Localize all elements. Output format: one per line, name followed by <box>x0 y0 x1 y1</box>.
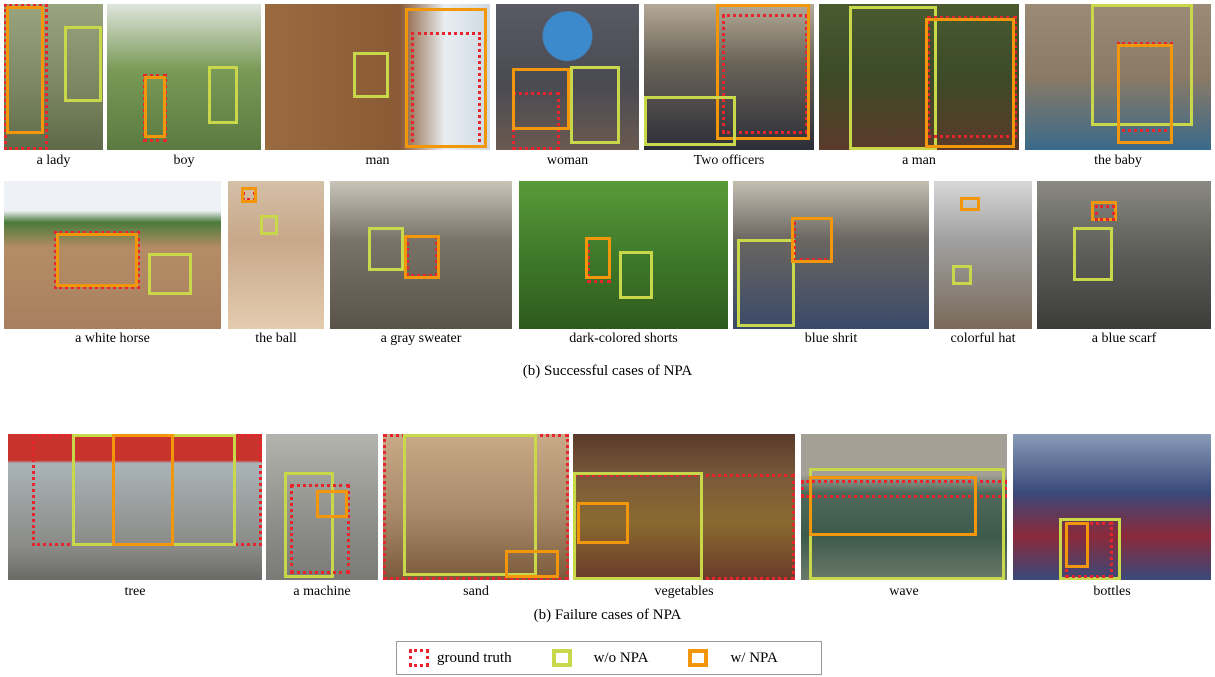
wo-npa-box <box>644 96 736 146</box>
wo-npa-box <box>208 66 238 124</box>
panel-a-machine: a machine <box>266 434 378 600</box>
wo-npa-swatch-icon <box>551 649 572 667</box>
caption: woman <box>546 153 589 168</box>
caption: dark-colored shorts <box>569 331 678 346</box>
ground-truth-box <box>1095 205 1115 221</box>
panel-wave: wave <box>801 434 1007 600</box>
caption: a machine <box>293 584 351 599</box>
panel-vegetables: vegetables <box>573 434 795 600</box>
wo-npa-box <box>148 253 192 295</box>
legend: ground truth w/o NPA w/ NPA <box>396 641 822 675</box>
caption: tree <box>124 584 146 599</box>
caption: the ball <box>255 331 297 346</box>
panel-tree: tree <box>8 434 262 600</box>
caption: blue shrit <box>804 331 858 346</box>
panel-two-officers: Two officers <box>644 4 814 170</box>
w-npa-box <box>405 8 487 148</box>
caption: a blue scarf <box>1091 331 1157 346</box>
legend-wo-npa-label: w/o NPA <box>593 649 649 666</box>
legend-w-npa-label: w/ NPA <box>730 649 778 666</box>
caption: wave <box>889 584 919 599</box>
panel-sand: sand <box>383 434 569 600</box>
w-npa-box <box>144 76 166 138</box>
wo-npa-box <box>849 6 937 150</box>
photo <box>228 181 324 329</box>
caption: a man <box>902 153 936 168</box>
legend-wo-npa: w/o NPA <box>551 649 649 667</box>
w-npa-box <box>56 233 138 287</box>
legend-w-npa: w/ NPA <box>688 649 778 667</box>
panel-woman: woman <box>496 4 639 170</box>
wo-npa-box <box>570 66 620 144</box>
caption: a white horse <box>75 331 150 346</box>
caption: man <box>365 153 390 168</box>
panel-boy: boy <box>107 4 261 170</box>
ground-truth-swatch-icon <box>409 649 429 667</box>
w-npa-box <box>809 476 977 536</box>
w-npa-box <box>577 502 629 544</box>
wo-npa-box <box>353 52 389 98</box>
w-npa-box <box>960 197 980 211</box>
photo <box>1037 181 1211 329</box>
caption: a lady <box>36 153 71 168</box>
w-npa-box <box>925 18 1015 148</box>
caption: sand <box>463 584 489 599</box>
panel-dark-colored-shorts: dark-colored shorts <box>519 181 728 347</box>
wo-npa-box <box>260 215 278 235</box>
caption: colorful hat <box>950 331 1016 346</box>
panel-a-lady: a lady <box>4 4 103 170</box>
wo-npa-box <box>368 227 404 271</box>
w-npa-swatch-icon <box>688 649 709 667</box>
legend-ground-truth: ground truth <box>409 649 512 667</box>
caption: boy <box>173 153 195 168</box>
wo-npa-box <box>619 251 653 299</box>
w-npa-box <box>505 550 559 578</box>
panel-a-blue-scarf: a blue scarf <box>1037 181 1211 347</box>
wo-npa-box <box>1073 227 1113 281</box>
w-npa-box <box>1065 522 1089 568</box>
caption: vegetables <box>654 584 714 599</box>
panel-man: man <box>265 4 490 170</box>
panel-the-ball: the ball <box>228 181 324 347</box>
w-npa-box <box>316 490 348 518</box>
w-npa-box <box>791 217 833 263</box>
w-npa-box <box>512 68 570 130</box>
subcaption-failure: (b) Failure cases of NPA <box>533 607 682 623</box>
wo-npa-box <box>64 26 102 102</box>
w-npa-box <box>241 187 257 203</box>
caption: the baby <box>1094 153 1142 168</box>
w-npa-box <box>404 235 440 279</box>
panel-a-white-horse: a white horse <box>4 181 221 347</box>
subcaption-success: (b) Successful cases of NPA <box>522 363 693 379</box>
caption: a gray sweater <box>380 331 462 346</box>
panel-colorful-hat: colorful hat <box>934 181 1032 347</box>
wo-npa-box <box>952 265 972 285</box>
panel-bottles: bottles <box>1013 434 1211 600</box>
panel-a-man: a man <box>819 4 1019 170</box>
w-npa-box <box>585 237 611 279</box>
w-npa-box <box>6 6 44 134</box>
w-npa-box <box>112 434 174 546</box>
w-npa-box <box>1117 44 1173 144</box>
panel-blue-shrit: blue shrit <box>733 181 929 347</box>
photo <box>934 181 1032 329</box>
legend-ground-truth-label: ground truth <box>437 649 512 666</box>
panel-a-gray-sweater: a gray sweater <box>330 181 512 347</box>
panel-the-baby: the baby <box>1025 4 1211 170</box>
caption: bottles <box>1093 584 1131 599</box>
wo-npa-box <box>737 239 795 327</box>
caption: Two officers <box>693 153 765 168</box>
